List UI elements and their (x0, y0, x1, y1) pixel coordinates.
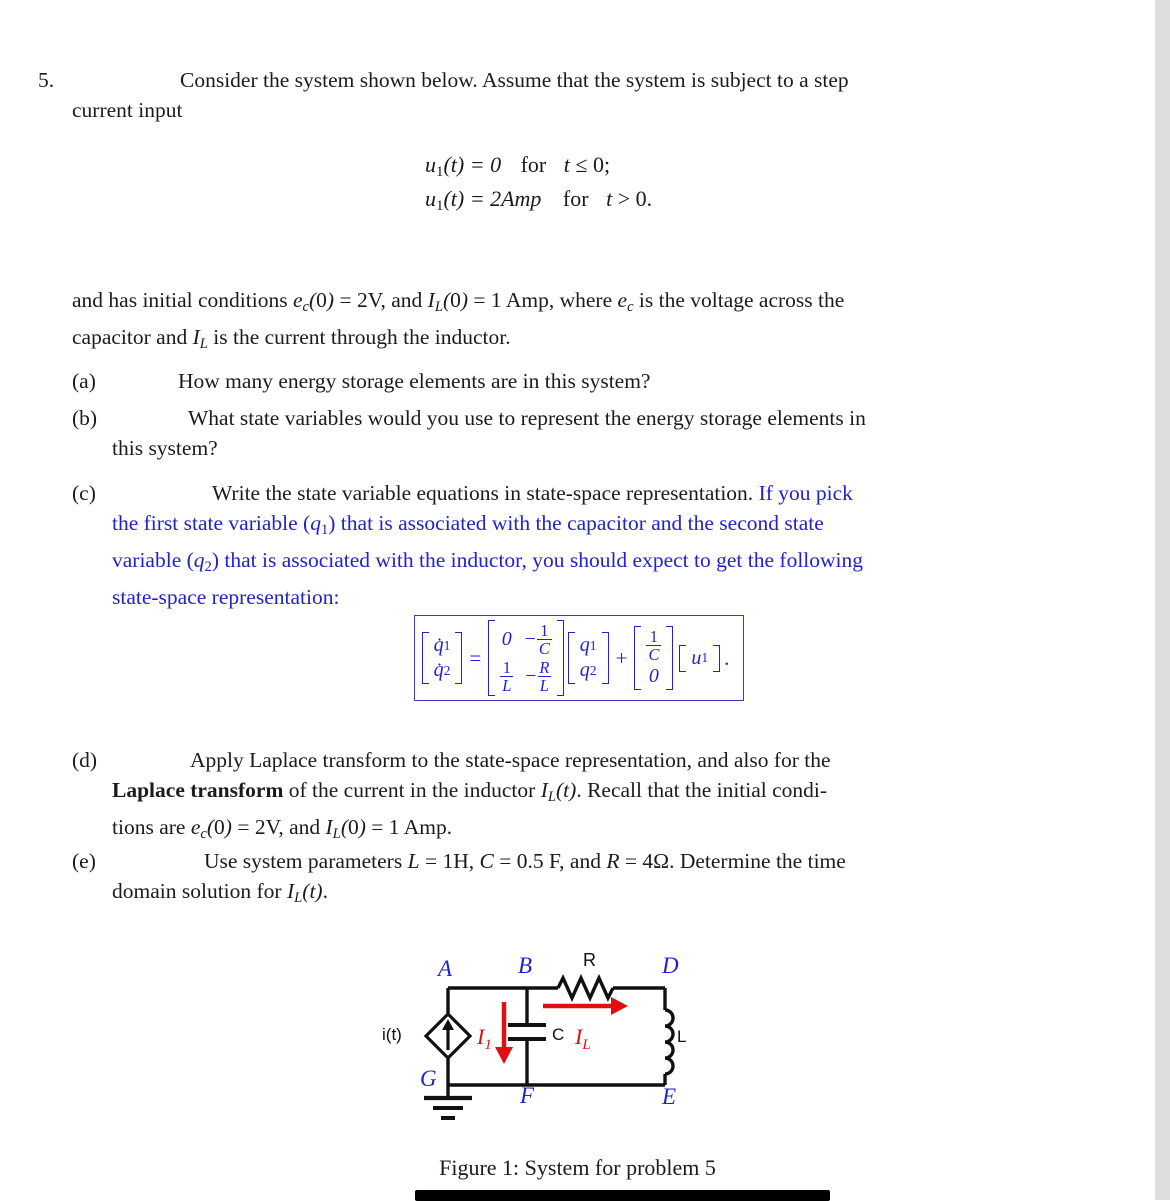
q-2: q2 (579, 659, 597, 681)
item-label-b: (b) (72, 406, 98, 430)
node-label-f: F (519, 1083, 535, 1108)
b-vector-cell-2: 0 (648, 665, 659, 688)
item-e-line-3: domain solution for (112, 879, 287, 903)
intro-line-1: Consider the system shown below. Assume … (180, 68, 849, 92)
a-matrix-cell-22: − R L (523, 658, 551, 696)
current-arrow-il-head (611, 997, 628, 1015)
u-vector: u1 (679, 644, 720, 672)
current-label-il: IL (574, 1024, 591, 1053)
circuit-svg: A B D G F E R C L i(t) I1 IL (382, 950, 686, 1120)
item-e-line-2: . Determine the time (669, 849, 846, 873)
bottom-black-bar (415, 1190, 830, 1201)
item-c-blue-part-2: the first state variable (q1) that is as… (112, 511, 824, 539)
state-space-equation: q̇ 1 q̇ 2 = 0 −1 C 1L − R L q1 q2 + 1 C … (421, 619, 737, 697)
capacitor-label: C (552, 1025, 564, 1044)
a-matrix: 0 −1 C 1L − R L (488, 619, 564, 697)
input-equation-1: u1(t) = 0 for t ≤ 0; (425, 152, 611, 181)
inductor-symbol (664, 1008, 675, 1076)
problem-number: 5. (38, 68, 55, 92)
intro-paragraph: Consider the system shown below. Assume … (72, 65, 1082, 125)
node-label-e: E (661, 1084, 676, 1109)
inductor-label: L (677, 1027, 686, 1046)
item-label-c: (c) (72, 481, 96, 505)
a-matrix-cell-21: 1L (500, 658, 514, 696)
figure-caption: Figure 1: System for problem 5 (439, 1155, 716, 1180)
circuit-diagram: A B D G F E R C L i(t) I1 IL (380, 940, 720, 1140)
item-c-black-part: Write the state variable equations in st… (212, 481, 754, 505)
b-vector-cell-1: 1C (646, 626, 662, 664)
document-page: 5. Consider the system shown below. Assu… (0, 0, 1155, 1201)
initial-conditions-paragraph: and has initial conditions ec(0) = 2V, a… (72, 288, 845, 353)
ic-text-2: is the voltage across the (633, 288, 845, 312)
plus-sign: + (615, 645, 628, 670)
equals-sign: = (469, 645, 482, 670)
intro-line-2: current input (72, 98, 183, 122)
item-d-bold-fragment: Laplace transform (112, 778, 284, 802)
item-b-text: What state variables would you use to re… (112, 403, 1082, 463)
qdot-2: q̇ 2 (433, 659, 451, 681)
current-label-i1: I1 (476, 1024, 492, 1053)
item-d-line-4: tions are (112, 815, 191, 840)
item-d-line-2: of the current in the inductor (283, 778, 541, 802)
item-c-blue-part-3: variable (q2) that is associated with th… (112, 548, 864, 576)
item-e-line-1: Use system parameters (204, 849, 408, 873)
item-d-line-3: . Recall that the initial condi- (576, 778, 828, 802)
right-edge-strip (1155, 0, 1170, 1200)
node-label-a: A (436, 956, 453, 981)
source-label: i(t) (382, 1025, 402, 1044)
node-label-d: D (661, 953, 679, 978)
a-matrix-cell-11: 0 (501, 627, 512, 650)
ic-text-4: is the current through the inductor. (207, 325, 511, 350)
q-1: q1 (579, 634, 597, 656)
ic-text-1: and has initial conditions (72, 288, 293, 312)
current-arrow-i1-head (495, 1047, 513, 1064)
a-matrix-cell-12: −1 C (523, 620, 552, 658)
item-c-blue-part-1: If you pick (758, 481, 853, 505)
item-label-a: (a) (72, 369, 96, 393)
item-c-blue-part-4: state-space representation: (112, 585, 340, 610)
item-a-body: How many energy storage elements are in … (178, 369, 651, 393)
qdot-1: q̇ 1 (433, 634, 451, 656)
item-label-d: (d) (72, 748, 98, 772)
item-b-line-1: What state variables would you use to re… (188, 406, 866, 430)
input-equation-2: u1(t) = 2Amp for t > 0. (425, 186, 653, 215)
u-1: u1 (691, 646, 709, 669)
period-mark: . (724, 645, 730, 670)
q-vector: q1 q2 (567, 632, 609, 684)
qdot-vector: q̇ 1 q̇ 2 (421, 632, 463, 684)
node-label-b: B (518, 953, 532, 978)
item-b-line-2: this system? (112, 436, 218, 460)
node-label-g: G (420, 1066, 437, 1091)
item-c-text: Write the state variable equations in st… (112, 478, 1082, 612)
item-e-text: Use system parameters L = 1H, C = 0.5 F,… (112, 849, 846, 907)
state-space-equation-box: q̇ 1 q̇ 2 = 0 −1 C 1L − R L q1 q2 + 1 C … (414, 615, 744, 701)
ic-text-3: capacitor and (72, 325, 193, 350)
resistor-symbol (556, 973, 615, 1003)
item-a-text: How many energy storage elements are in … (112, 366, 1082, 396)
item-label-e: (e) (72, 849, 96, 873)
item-d-text: Apply Laplace transform to the state-spa… (112, 748, 831, 843)
b-vector: 1C 0 (634, 625, 674, 691)
resistor-label: R (583, 950, 596, 970)
item-d-line-1: Apply Laplace transform to the state-spa… (190, 748, 831, 772)
